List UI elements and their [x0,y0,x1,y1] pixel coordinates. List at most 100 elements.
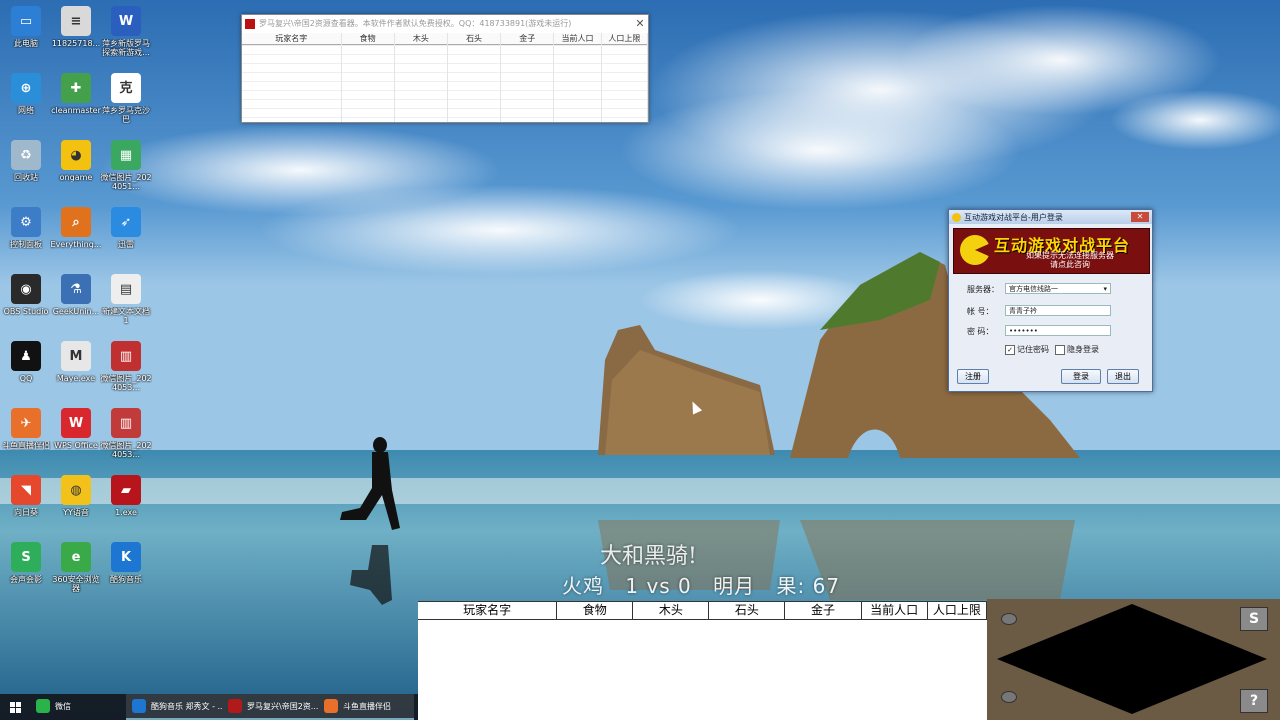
desktop-icon[interactable]: ◍ YY语音 [50,475,102,517]
app-icon: ⌕ [61,207,91,237]
taskbar-item[interactable]: 微信 [30,694,126,720]
app-icon: e [61,542,91,572]
signal-button[interactable]: S [1240,607,1268,631]
taskbar-item-label: 罗马复兴\帝国2资... [247,701,318,711]
column-header[interactable]: 木头 [395,33,448,44]
desktop-icon-label: 微信图片_2024053... [100,374,152,392]
desktop-icon[interactable]: ▦ 微信图片_2024051... [100,140,152,191]
platform-banner[interactable]: 互动游戏对战平台 如果提示无法连接服务器 请点此咨询 [953,228,1150,274]
desktop-icon[interactable]: ⌕ Everything... [50,207,102,249]
windows-logo-icon [9,701,21,713]
server-value: 官方电信线路一 [1009,285,1058,293]
resource-viewer-titlebar[interactable]: 罗马复兴\帝国2资源查看器。本软件作者默认免费授权。QQ：418733891(游… [242,15,648,32]
desktop-icon-label: 回收站 [14,173,38,182]
app-icon: W [61,408,91,438]
server-select[interactable]: 官方电信线路一 ▾ [1005,283,1111,294]
ingame-resource-table: 玩家名字 食物 木头 石头 金子 当前人口 人口上限 [418,601,987,720]
desktop-icon[interactable]: K 酷狗音乐 [100,542,152,584]
desktop-icon[interactable]: W 萍乡新版罗马 探索新游戏... [100,6,152,57]
desktop-icon-label: 酷狗音乐 [110,575,142,584]
app-icon: ➶ [111,207,141,237]
login-button[interactable]: 登录 [1061,369,1101,384]
desktop-icon-label: Maye.exe [56,374,96,383]
column-header: 石头 [709,602,786,619]
desktop-icon[interactable]: ≡ 11825718... [50,6,102,48]
rivet-icon [1001,613,1017,625]
remember-check: ✓ [1005,344,1015,355]
column-header[interactable]: 人口上限 [602,33,648,44]
app-icon [245,18,255,29]
close-icon[interactable]: ✕ [632,17,648,30]
stealth-login-checkbox[interactable]: 隐身登录 [1055,344,1099,355]
taskbar: 微信 酷狗音乐 郑秀文 - ... 罗马复兴\帝国2资... 斗鱼直播伴侣 [0,694,418,720]
desktop-icon[interactable]: W WPS Office [50,408,102,450]
desktop-icon[interactable]: ⚗ GeekUnin... [50,274,102,316]
desktop-icon[interactable]: M Maye.exe [50,341,102,383]
desktop-icon-label: QQ [19,374,33,383]
taskbar-item-label: 酷狗音乐 郑秀文 - ... [151,701,222,711]
desktop-icon[interactable]: ◉ OBS Studio [0,274,52,316]
desktop-icon[interactable]: ▤ 新建文本文档 1 [100,274,152,325]
account-label: 帐 号： [967,307,994,316]
score-player: 火鸡 [562,574,604,598]
desktop-icon[interactable]: ▭ 此电脑 [0,6,52,48]
desktop-icon-label: 萍乡新版罗马 探索新游戏... [102,39,150,57]
desktop-icon[interactable]: ✈ 斗鱼直播伴侣 [0,408,52,450]
desktop-icon-label: GeekUnin... [52,307,100,316]
app-icon [324,699,338,713]
desktop-icon-label: Everything... [50,240,102,249]
app-icon: ▰ [111,475,141,505]
app-icon [228,699,242,713]
desktop-icon[interactable]: ▥ 微信图片_2024053... [100,408,152,459]
app-icon: ✚ [61,73,91,103]
desktop-icon-label: 迅雷 [118,240,134,249]
exit-button[interactable]: 退出 [1107,369,1139,384]
desktop-icon[interactable]: ▥ 微信图片_2024053... [100,341,152,392]
desktop-icon[interactable]: ♟ QQ [0,341,52,383]
desktop-icon[interactable]: ◕ ongame [50,140,102,182]
taskbar-item[interactable]: 酷狗音乐 郑秀文 - ... [126,694,222,720]
app-icon: ⚙ [11,207,41,237]
desktop-icon[interactable]: ⊕ 网络 [0,73,52,115]
desktop-icon-label: OBS Studio [3,307,49,316]
desktop-icon-label: 微信图片_2024053... [100,441,152,459]
column-header[interactable]: 玩家名字 [242,33,342,44]
remember-password-checkbox[interactable]: ✓ 记住密码 [1005,344,1049,355]
column-header[interactable]: 石头 [448,33,502,44]
desktop-icon[interactable]: ▰ 1.exe [100,475,152,517]
close-icon[interactable]: ✕ [1131,212,1149,222]
desktop-icon[interactable]: ⚙ 控制面板 [0,207,52,249]
start-button[interactable] [0,694,30,720]
column-header: 木头 [633,602,710,619]
taskbar-item[interactable]: 斗鱼直播伴侣 [318,694,414,720]
resource-table: 玩家名字 食物 木头 石头 金子 当前人口 人口上限 [242,33,648,122]
password-input[interactable]: ••••••• [1005,325,1111,336]
minimap[interactable] [997,604,1267,714]
column-header[interactable]: 食物 [342,33,395,44]
app-icon: M [61,341,91,371]
desktop-icon[interactable]: ➶ 迅雷 [100,207,152,249]
help-button[interactable]: ? [1240,689,1268,713]
app-icon [132,699,146,713]
app-icon [36,699,50,713]
app-icon: ⊕ [11,73,41,103]
login-titlebar[interactable]: 互动游戏对战平台-用户登录 ✕ [949,210,1152,224]
desktop-icon[interactable]: ♻ 回收站 [0,140,52,182]
desktop-icon[interactable]: e 360安全浏览器 [50,542,102,593]
login-title: 互动游戏对战平台-用户登录 [964,212,1063,222]
app-icon: ♟ [11,341,41,371]
register-button[interactable]: 注册 [957,369,989,384]
resource-viewer-window[interactable]: 罗马复兴\帝国2资源查看器。本软件作者默认免费授权。QQ：418733891(游… [241,14,649,123]
app-icon: ▤ [111,274,141,304]
column-header[interactable]: 金子 [501,33,555,44]
minimap-panel[interactable]: S ? [987,599,1280,720]
column-header[interactable]: 当前人口 [554,33,602,44]
login-window[interactable]: 互动游戏对战平台-用户登录 ✕ 互动游戏对战平台 如果提示无法连接服务器 请点此… [948,209,1153,392]
account-input[interactable]: 青青子衿 [1005,305,1111,316]
desktop-icon[interactable]: ✚ cleanmaster [50,73,102,115]
desktop-icon[interactable]: ◥ 向日葵 [0,475,52,517]
desktop-icon[interactable]: S 会声会影 [0,542,52,584]
column-header: 当前人口 [862,602,928,619]
taskbar-item[interactable]: 罗马复兴\帝国2资... [222,694,318,720]
desktop-icon[interactable]: 克萍乡罗马克沙巴 [100,73,152,124]
